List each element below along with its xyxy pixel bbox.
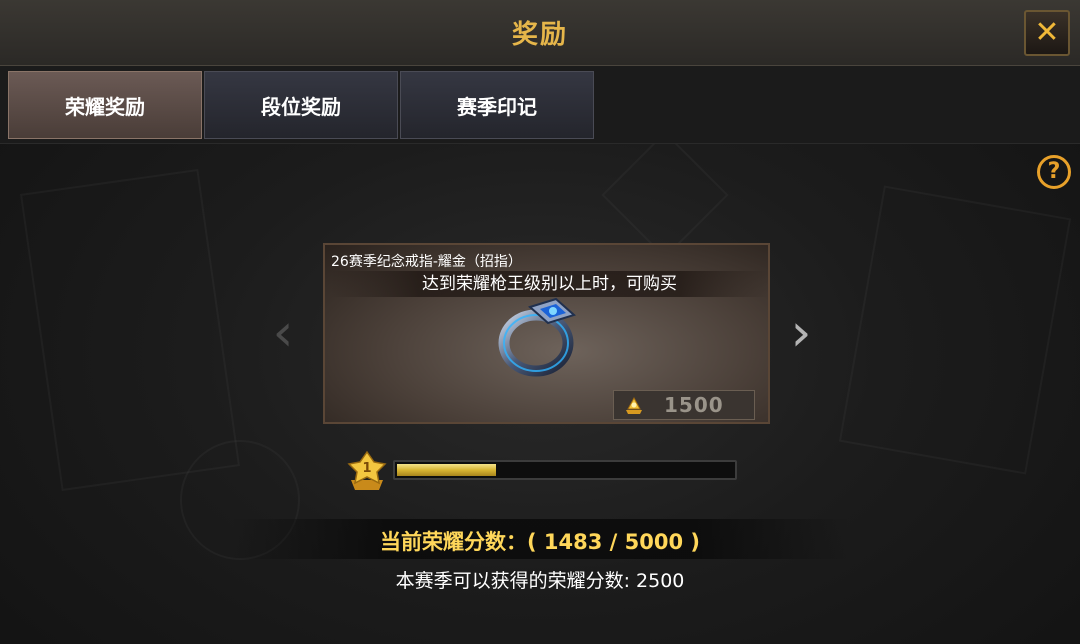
background-decoration — [20, 169, 240, 491]
tab-label: 荣耀奖励 — [65, 94, 145, 119]
ring-icon — [498, 297, 576, 377]
close-icon: ✕ — [1034, 15, 1060, 50]
tab-bar: 荣耀奖励 段位奖励 赛季印记 — [0, 66, 1080, 144]
rewards-window: 奖励 ✕ 荣耀奖励 段位奖励 赛季印记 ? ‹ › 26赛季纪念戒指-耀金（招指… — [0, 0, 1080, 644]
next-item-arrow[interactable]: › — [788, 305, 814, 361]
price-box: 1500 — [613, 390, 755, 420]
honor-progress-fill — [397, 464, 496, 476]
tab-honor-rewards[interactable]: 荣耀奖励 — [8, 71, 202, 139]
help-button[interactable]: ? — [1037, 155, 1071, 189]
honor-coin-icon — [626, 396, 642, 414]
rank-badge-number: 1 — [362, 461, 371, 476]
current-honor-score: 当前荣耀分数：( 1483 / 5000 ) — [379, 530, 700, 554]
background-decoration — [839, 185, 1071, 474]
window-title: 奖励 — [511, 20, 568, 50]
honor-progress-bar — [393, 460, 737, 480]
close-button[interactable]: ✕ — [1024, 10, 1070, 56]
title-bar: 奖励 ✕ — [0, 0, 1080, 66]
tab-rank-rewards[interactable]: 段位奖励 — [204, 71, 398, 139]
tab-label: 段位奖励 — [261, 94, 341, 119]
reward-item-name: 26赛季纪念戒指-耀金（招指） — [331, 254, 522, 270]
tab-season-marks[interactable]: 赛季印记 — [400, 71, 594, 139]
price-value: 1500 — [664, 393, 724, 417]
previous-item-arrow[interactable]: ‹ — [270, 305, 296, 361]
question-mark-icon: ? — [1047, 159, 1061, 184]
background-decoration — [601, 131, 728, 258]
season-honor-score: 本赛季可以获得的荣耀分数: 2500 — [395, 570, 685, 592]
rank-badge-icon: 1 — [347, 450, 387, 490]
tab-label: 赛季印记 — [457, 94, 537, 119]
reward-item-card[interactable]: 26赛季纪念戒指-耀金（招指） 达到荣耀枪王级别以上时，可购买 1500 — [323, 243, 770, 424]
